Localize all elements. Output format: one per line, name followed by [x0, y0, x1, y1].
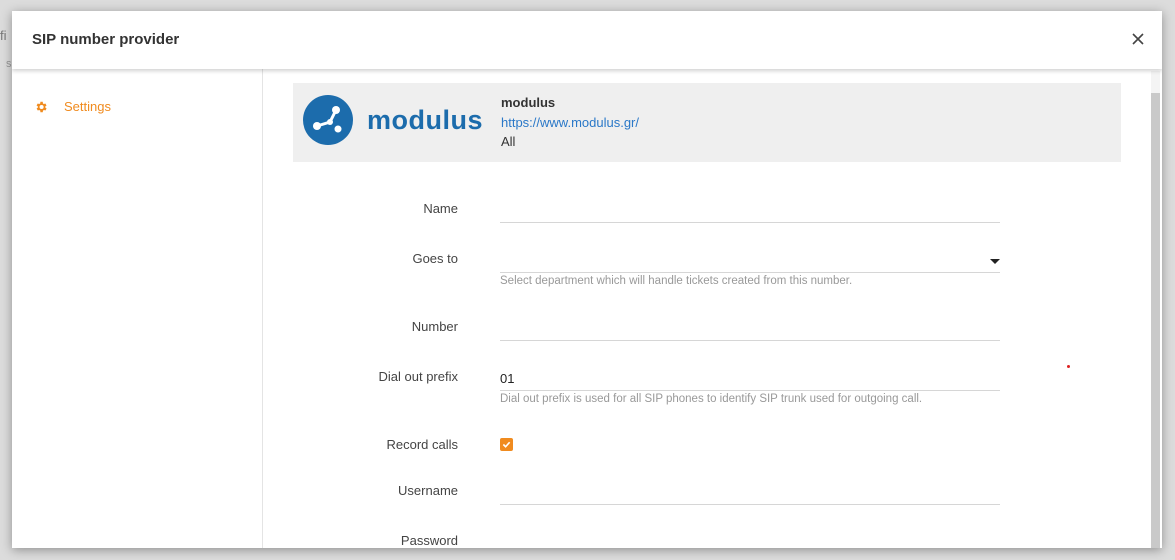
background-text: fi [0, 28, 7, 43]
number-input[interactable] [500, 318, 1000, 341]
name-label: Name [423, 201, 458, 216]
close-icon [1132, 33, 1144, 45]
goes-to-label: Goes to [412, 251, 458, 266]
dialog-sidebar: Settings [12, 69, 263, 548]
password-label: Password [400, 533, 458, 548]
username-label: Username [398, 483, 458, 498]
sidebar-item-settings[interactable]: Settings [34, 99, 111, 114]
goes-to-select[interactable] [500, 250, 1000, 273]
checkmark-icon [502, 441, 511, 448]
sip-provider-dialog: SIP number provider Settings modulus mod… [12, 11, 1162, 548]
name-input[interactable] [500, 200, 1000, 223]
record-calls-checkbox[interactable] [500, 438, 513, 451]
close-button[interactable] [1128, 29, 1148, 49]
password-input[interactable] [500, 532, 1000, 548]
modulus-logo-icon [303, 95, 353, 145]
provider-name: modulus [501, 95, 556, 110]
provider-url-link[interactable]: https://www.modulus.gr/ [501, 115, 639, 130]
indicator-dot [1067, 365, 1070, 368]
dialog-title: SIP number provider [32, 31, 180, 48]
dropdown-caret-icon [990, 259, 1000, 264]
dial-out-prefix-input[interactable]: 01 [500, 368, 1000, 391]
background-text-small: s [6, 58, 12, 70]
settings-panel: modulus modulus https://www.modulus.gr/ … [263, 69, 1148, 548]
gear-icon [36, 101, 47, 112]
goes-to-hint: Select department which will handle tick… [500, 275, 853, 287]
provider-logo: modulus [303, 95, 483, 145]
record-calls-label: Record calls [386, 437, 458, 452]
number-label: Number [411, 319, 458, 334]
logo-wordmark: modulus [367, 104, 483, 135]
provider-scope: All [501, 134, 516, 149]
sidebar-item-label: Settings [64, 99, 111, 114]
scrollbar-thumb[interactable] [1151, 93, 1160, 548]
dial-out-prefix-label: Dial out prefix [378, 369, 458, 384]
username-input[interactable] [500, 482, 1000, 505]
provider-card: modulus modulus https://www.modulus.gr/ … [293, 83, 1121, 162]
dial-out-prefix-hint: Dial out prefix is used for all SIP phon… [500, 393, 923, 405]
dialog-header: SIP number provider [12, 11, 1162, 69]
